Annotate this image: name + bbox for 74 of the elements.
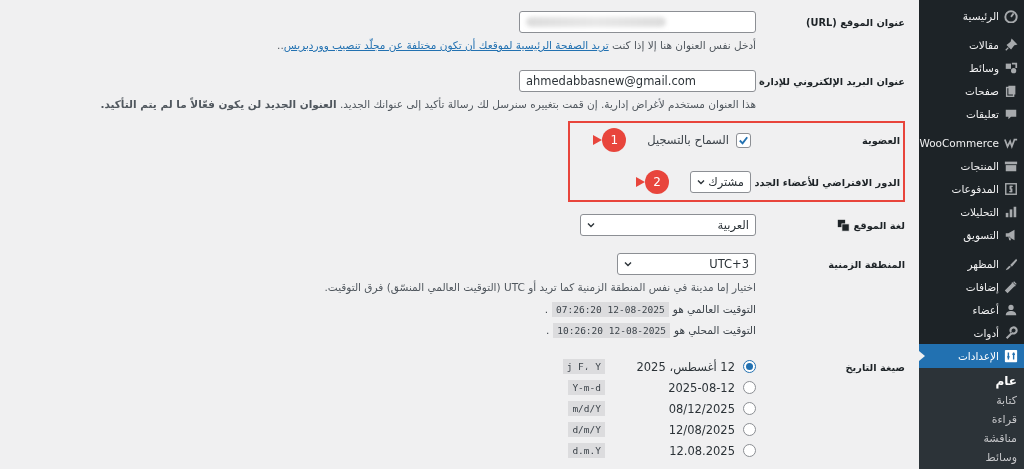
sidebar-item[interactable]: مقالات <box>919 33 1024 56</box>
field-description: أدخل نفس العنوان هنا إلا إذا كنت تريد الصفحة الرئيسية لموقعك أن تكون مختلفة عن مجلّد تنصيب ووردبريس.. <box>276 37 756 53</box>
chevron-down-icon <box>623 259 633 269</box>
media-icon <box>1004 60 1018 75</box>
submenu-item[interactable]: مناقشة <box>919 429 1024 448</box>
dollar-icon <box>1004 181 1018 196</box>
field-description: اختيار إما مدينة في نفس المنطقة الزمنية كما تريد أو UTC (التوقيت العالمي المنسّق) فرق التوقيت. <box>323 279 756 295</box>
field-label: عنوان البريد الإلكتروني للإدارة <box>759 75 905 87</box>
period-text: . <box>545 324 550 336</box>
brush-icon <box>1004 256 1018 271</box>
radio-label: 08/12/2025 <box>667 401 736 416</box>
radio-button[interactable] <box>743 444 756 457</box>
radio-button[interactable] <box>743 381 756 394</box>
sidebar-item[interactable]: WooCommerce <box>919 131 1024 154</box>
field-label: لغة الموقع <box>853 219 905 231</box>
radio-button[interactable] <box>743 360 756 373</box>
link[interactable]: تريد الصفحة الرئيسية لموقعك أن تكون مختلفة عن مجلّد تنصيب ووردبريس <box>283 39 609 51</box>
dropdown[interactable]: UTC+3 <box>617 253 756 275</box>
radio-label: 2025-08-12 <box>667 380 736 395</box>
sidebar-item[interactable]: المنتجات <box>919 154 1024 177</box>
field-label: العضوية <box>862 134 900 146</box>
submenu-item[interactable]: قراءة <box>919 410 1024 429</box>
field-label: الدور الافتراضي للأعضاء الجدد <box>754 176 900 188</box>
format-code: d.m.Y <box>568 443 605 458</box>
format-code: d/m/Y <box>568 422 605 437</box>
sidebar-item[interactable]: المدفوعات <box>919 177 1024 200</box>
sidebar-item[interactable]: وسائط <box>919 56 1024 79</box>
translate-icon <box>836 218 850 232</box>
user-icon <box>1004 302 1018 317</box>
input-field[interactable] <box>519 11 756 33</box>
time-value: 12-08-2025 07:26:20 <box>552 301 669 317</box>
radio-label: 12.08.2025 <box>668 443 736 458</box>
period-text: . <box>544 303 549 315</box>
radio-label: 12 أغسطس، 2025 <box>635 359 736 374</box>
sidebar-item[interactable]: أدوات <box>919 321 1024 344</box>
submenu-item[interactable]: وسائط <box>919 448 1024 467</box>
sidebar-item[interactable]: التحليلات <box>919 200 1024 223</box>
format-code: m/d/Y <box>568 401 605 416</box>
radio-button[interactable] <box>743 423 756 436</box>
field-description: هذا العنوان مستخدم لأغراض إدارية. إن قمت بتغييره سنرسل لك رسالة تأكيد إلى عنوانك الجديد. العنوان الجديد لن يكون فعّالاً ما لم يتم التأكيد. <box>99 96 756 112</box>
dropdown[interactable]: العربية <box>580 214 756 236</box>
sidebar-item[interactable]: إضافات <box>919 275 1024 298</box>
sidebar-item[interactable]: المظهر <box>919 252 1024 275</box>
checkbox-label: السماح بالتسجيل <box>647 133 729 147</box>
sidebar-item[interactable]: الإعدادات <box>919 344 1024 368</box>
radio-label: 12/08/2025 <box>667 422 736 437</box>
submenu-item[interactable]: عام <box>919 372 1024 391</box>
radio-button[interactable] <box>743 402 756 415</box>
time-label: التوقيت المحلي هو <box>673 324 756 336</box>
pin-icon <box>1004 37 1018 52</box>
sidebar-item[interactable]: الرئيسية <box>919 4 1024 27</box>
sidebar-item[interactable]: التسويق <box>919 223 1024 246</box>
time-value: 12-08-2025 10:26:20 <box>553 322 670 338</box>
format-code: j F، Y <box>562 359 605 374</box>
chevron-down-icon <box>696 177 706 187</box>
chevron-down-icon <box>586 220 596 230</box>
field-label: صيغة التاريخ <box>845 361 905 373</box>
pages-icon <box>1004 83 1018 98</box>
gauge-icon <box>1004 8 1018 23</box>
field-label: عنوان الموقع (URL) <box>806 16 905 28</box>
submenu-item[interactable]: كتابة <box>919 391 1024 410</box>
sidebar-item[interactable]: تعليقات <box>919 102 1024 125</box>
field-label: المنطقة الزمنية <box>828 258 905 270</box>
input-field[interactable]: ahmedabbasnew@gmail.com <box>519 70 756 92</box>
dropdown[interactable]: مشترك <box>690 171 751 193</box>
time-label: التوقيت العالمي هو <box>672 303 756 315</box>
format-code: Y-m-d <box>568 380 605 395</box>
bar-chart-icon <box>1004 204 1018 219</box>
settings-icon <box>1004 349 1018 363</box>
sidebar-item[interactable]: أعضاء <box>919 298 1024 321</box>
checkbox[interactable] <box>736 132 751 148</box>
sidebar-item[interactable]: صفحات <box>919 79 1024 102</box>
megaphone-icon <box>1004 227 1018 242</box>
current-page-pointer-icon <box>919 351 925 361</box>
